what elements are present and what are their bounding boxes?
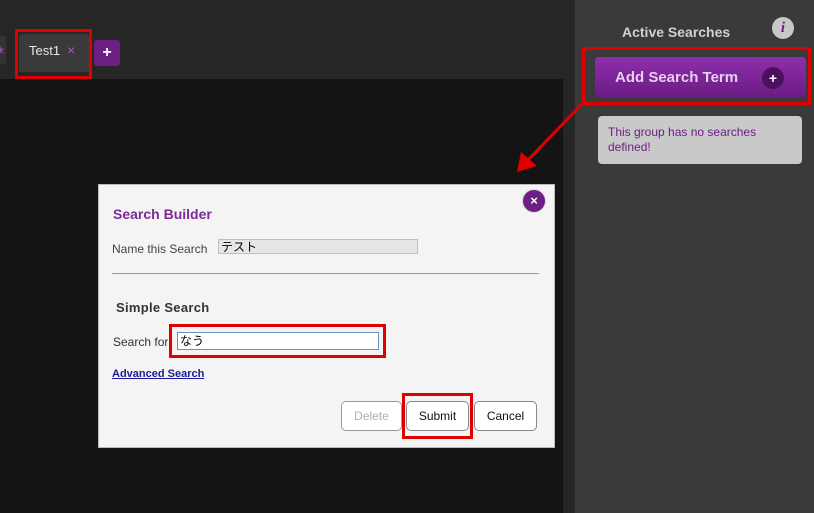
sidebar-title: Active Searches xyxy=(622,24,731,40)
highlight-box-tab xyxy=(15,29,92,79)
dialog-title: Search Builder xyxy=(113,206,212,222)
cancel-button[interactable]: Cancel xyxy=(474,401,537,431)
highlight-box-add-term xyxy=(582,47,811,105)
highlight-box-search-input xyxy=(169,324,386,358)
search-name-input[interactable]: テスト xyxy=(218,239,418,254)
info-icon[interactable]: i xyxy=(772,17,794,39)
search-for-label: Search for xyxy=(113,335,169,349)
empty-searches-text: This group has no searches defined! xyxy=(608,125,757,154)
add-tab-button[interactable]: + xyxy=(94,40,120,66)
close-dialog-button[interactable]: × xyxy=(522,189,546,213)
empty-searches-note: This group has no searches defined! xyxy=(598,116,802,164)
star-icon[interactable]: ★ xyxy=(0,36,6,64)
name-label: Name this Search xyxy=(112,242,208,256)
simple-search-heading: Simple Search xyxy=(116,300,210,315)
divider xyxy=(112,273,539,274)
advanced-search-link[interactable]: Advanced Search xyxy=(112,368,204,380)
highlight-box-submit xyxy=(402,393,473,439)
delete-button[interactable]: Delete xyxy=(341,401,402,431)
